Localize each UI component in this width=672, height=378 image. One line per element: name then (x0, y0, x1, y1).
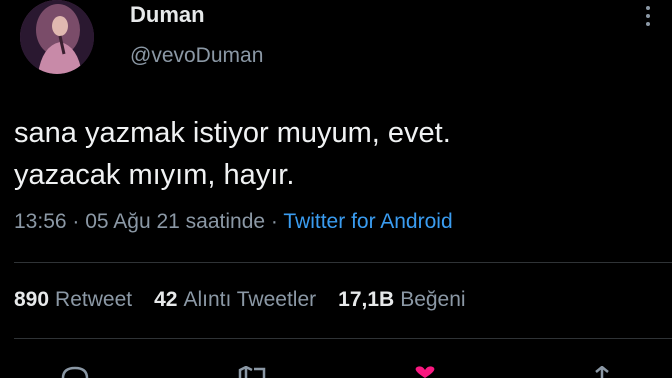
like-count: 17,1B (338, 288, 395, 311)
reply-icon[interactable] (60, 366, 90, 378)
tweet-text: sana yazmak istiyor muyum, evet. yazacak… (14, 112, 654, 196)
quote-label: Alıntı Tweetler (183, 288, 317, 311)
tweet-source-link[interactable]: Twitter for Android (283, 210, 452, 233)
heart-icon[interactable] (410, 366, 440, 378)
like-stat[interactable]: 17,1B Beğeni (338, 288, 465, 312)
retweet-icon[interactable] (236, 366, 268, 378)
retweet-count: 890 (14, 288, 50, 311)
user-handle[interactable]: @vevoDuman (130, 44, 263, 68)
share-icon[interactable] (588, 366, 616, 378)
quote-count: 42 (154, 288, 178, 311)
tweet-time[interactable]: 13:56 (14, 210, 67, 233)
avatar-image (20, 0, 94, 74)
meta-separator: · (270, 210, 278, 233)
action-bar (0, 360, 672, 378)
divider (14, 338, 672, 339)
quote-stat[interactable]: 42 Alıntı Tweetler (154, 288, 316, 312)
retweet-label: Retweet (55, 288, 133, 311)
tweet-stats: 890 Retweet 42 Alıntı Tweetler 17,1B Beğeni (14, 288, 466, 312)
divider (14, 262, 672, 263)
retweet-stat[interactable]: 890 Retweet (14, 288, 132, 312)
display-name[interactable]: Duman (130, 2, 205, 28)
meta-separator: · (72, 210, 80, 233)
tweet-date[interactable]: 05 Ağu 21 saatinde (85, 210, 265, 233)
like-label: Beğeni (400, 288, 466, 311)
tweet-text-line-2: yazacak mıyım, hayır. (14, 159, 295, 191)
avatar[interactable] (20, 0, 94, 74)
tweet-text-line-1: sana yazmak istiyor muyum, evet. (14, 117, 451, 149)
tweet-meta: 13:56 · 05 Ağu 21 saatinde · Twitter for… (14, 210, 453, 234)
more-vertical-icon[interactable] (644, 6, 652, 26)
